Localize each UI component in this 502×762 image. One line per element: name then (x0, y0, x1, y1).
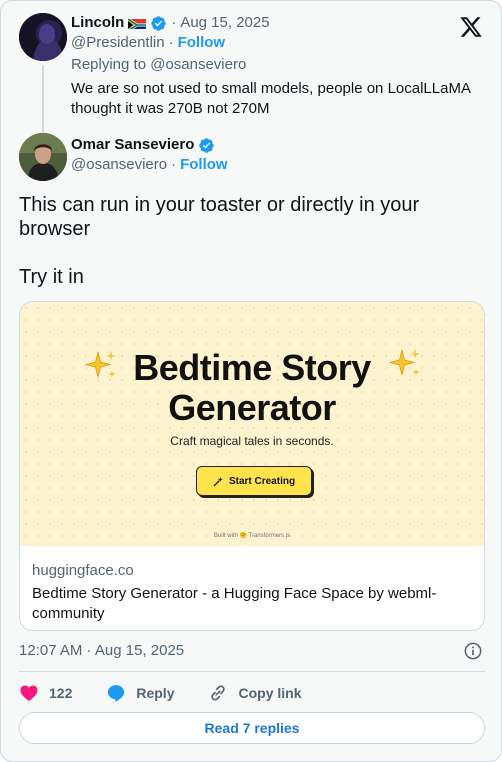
author-handle[interactable]: @osanseviero (71, 155, 167, 175)
verified-badge-icon (150, 15, 167, 32)
reply-button[interactable]: Reply (106, 683, 174, 703)
separator: · (171, 156, 177, 173)
parent-tweet: Lincoln · Aug 15, 2025 @Presidentlin · F… (19, 13, 485, 133)
heart-icon (20, 685, 38, 701)
start-creating-label: Start Creating (228, 475, 296, 487)
link-title: Bedtime Story Generator - a Hugging Face… (32, 585, 437, 622)
main-tweet-text: This can run in your toaster or directly… (19, 193, 485, 289)
tweet-embed-card: Lincoln · Aug 15, 2025 @Presidentlin · F… (0, 0, 502, 762)
separator: · (171, 14, 177, 31)
built-with-note: Built with 🤗 Transformers.js (213, 533, 291, 539)
reply-label: Reply (136, 685, 175, 701)
replying-to: Replying to @osanseviero (71, 56, 247, 73)
preview-title-line: Bedtime Story (133, 347, 371, 388)
south-africa-flag-icon (128, 17, 147, 29)
link-preview-card[interactable]: Bedtime Story Generator Craft magical ta… (19, 301, 485, 631)
info-icon[interactable] (463, 641, 483, 661)
divider (19, 671, 485, 672)
start-creating-button: Start Creating (196, 466, 312, 496)
x-logo-icon[interactable] (459, 15, 483, 39)
magic-wand-icon (213, 476, 223, 487)
follow-button[interactable]: Follow (178, 33, 226, 53)
parent-tweet-text: We are so not used to small models, peop… (71, 80, 471, 117)
thread-line (42, 65, 44, 133)
tweet-date[interactable]: Aug 15, 2025 (180, 13, 269, 33)
follow-button[interactable]: Follow (180, 155, 228, 175)
link-preview-image: Bedtime Story Generator Craft magical ta… (20, 302, 484, 546)
read-replies-button[interactable]: Read 7 replies (19, 712, 485, 744)
separator: · (168, 34, 174, 51)
copy-link-button[interactable]: Copy link (208, 683, 302, 703)
verified-badge-icon (198, 137, 215, 154)
author-name[interactable]: Omar Sanseviero (71, 135, 194, 155)
like-count: 122 (49, 685, 73, 701)
preview-subtitle: Craft magical tales in seconds. (170, 434, 334, 448)
reply-bubble-icon (108, 685, 125, 702)
copy-link-label: Copy link (238, 685, 302, 701)
link-icon (211, 685, 226, 701)
avatar[interactable] (19, 13, 67, 61)
link-domain: huggingface.co (32, 562, 134, 579)
tweet-timestamp[interactable]: 12:07 AM · Aug 15, 2025 (19, 642, 184, 659)
author-name[interactable]: Lincoln (71, 13, 124, 33)
preview-title-line: Generator (168, 387, 336, 428)
author-handle[interactable]: @Presidentlin (71, 33, 165, 53)
avatar[interactable] (19, 133, 67, 181)
main-tweet-header: Omar Sanseviero @osanseviero · Follow (19, 133, 485, 181)
action-bar: 122 Reply Copy link (19, 681, 336, 705)
like-button[interactable]: 122 (19, 683, 72, 703)
tweet-paragraph: Try it in (19, 266, 84, 288)
tweet-paragraph: This can run in your toaster or directly… (19, 194, 420, 240)
preview-title: Bedtime Story Generator (20, 348, 484, 428)
